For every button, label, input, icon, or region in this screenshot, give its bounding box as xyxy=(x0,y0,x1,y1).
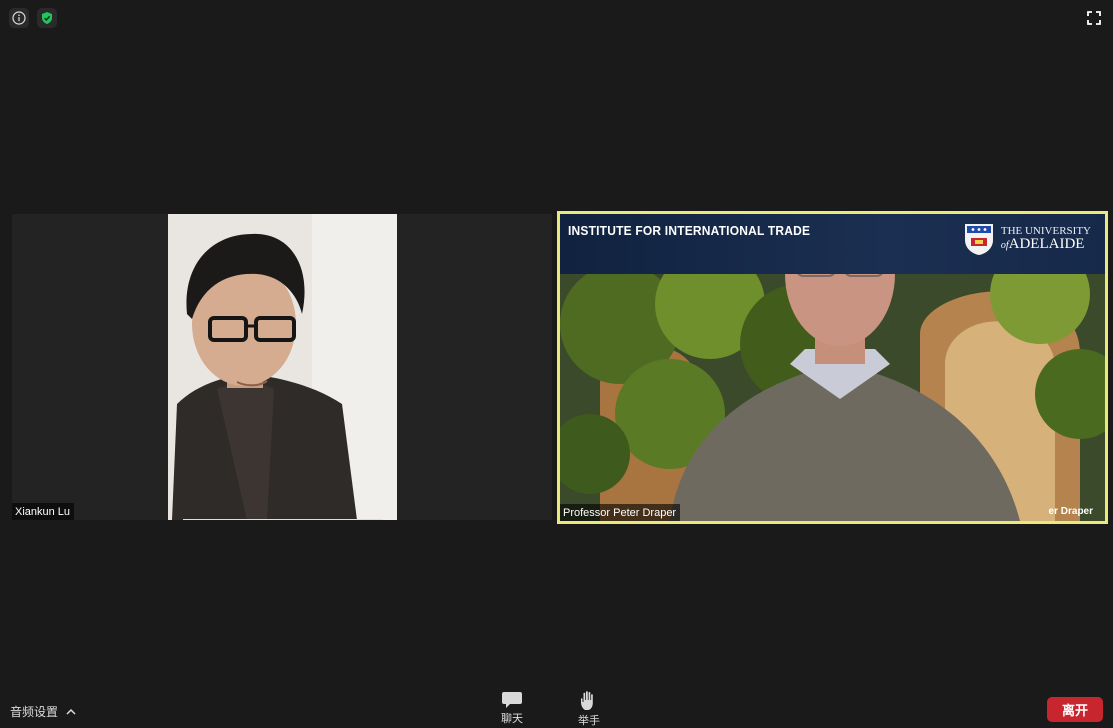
raise-hand-button[interactable]: 举手 xyxy=(569,690,609,728)
chat-label: 聊天 xyxy=(501,713,523,725)
fullscreen-icon xyxy=(1087,11,1101,25)
chevron-up-icon[interactable] xyxy=(66,708,76,716)
meeting-window: Xiankun Lu INSTITUTE FOR INTERNATIONAL T… xyxy=(0,0,1113,728)
fullscreen-button[interactable] xyxy=(1085,9,1103,27)
shield-check-icon xyxy=(42,12,52,24)
university-name-line2: ofADELAIDE xyxy=(1001,237,1091,252)
security-button[interactable] xyxy=(37,8,57,28)
participant-video xyxy=(12,214,552,520)
speaking-indicator-bar xyxy=(183,519,383,520)
institute-banner: INSTITUTE FOR INTERNATIONAL TRADE THE UN… xyxy=(560,214,1105,274)
participant-name-tag: Professor Peter Draper xyxy=(560,504,681,521)
chat-bubble-icon xyxy=(502,692,522,708)
audio-settings-label: 音频设置 xyxy=(10,705,59,719)
chat-button[interactable]: 聊天 xyxy=(492,690,532,726)
video-lower-third-caption: er Draper xyxy=(1048,506,1093,517)
university-name-of: of xyxy=(1000,240,1009,251)
university-name: THE UNIVERSITY ofADELAIDE xyxy=(1001,226,1091,252)
participant-name-tag: Xiankun Lu xyxy=(12,503,75,520)
university-name-adelaide: ADELAIDE xyxy=(1008,236,1085,252)
audio-settings-button[interactable]: 音频设置 xyxy=(10,703,76,720)
university-logo: THE UNIVERSITY ofADELAIDE xyxy=(963,222,1091,256)
meeting-info-button[interactable] xyxy=(9,8,29,28)
raise-hand-label: 举手 xyxy=(578,715,600,727)
info-icon xyxy=(12,11,26,25)
hand-icon xyxy=(581,691,593,710)
participant-video-tile[interactable]: Xiankun Lu xyxy=(12,214,552,520)
university-crest-icon xyxy=(964,224,993,255)
active-speaker-video-tile[interactable]: INSTITUTE FOR INTERNATIONAL TRADE THE UN… xyxy=(557,211,1108,524)
top-left-controls xyxy=(9,8,57,28)
leave-meeting-button[interactable]: 离开 xyxy=(1047,697,1103,722)
banner-title: INSTITUTE FOR INTERNATIONAL TRADE xyxy=(568,223,811,239)
